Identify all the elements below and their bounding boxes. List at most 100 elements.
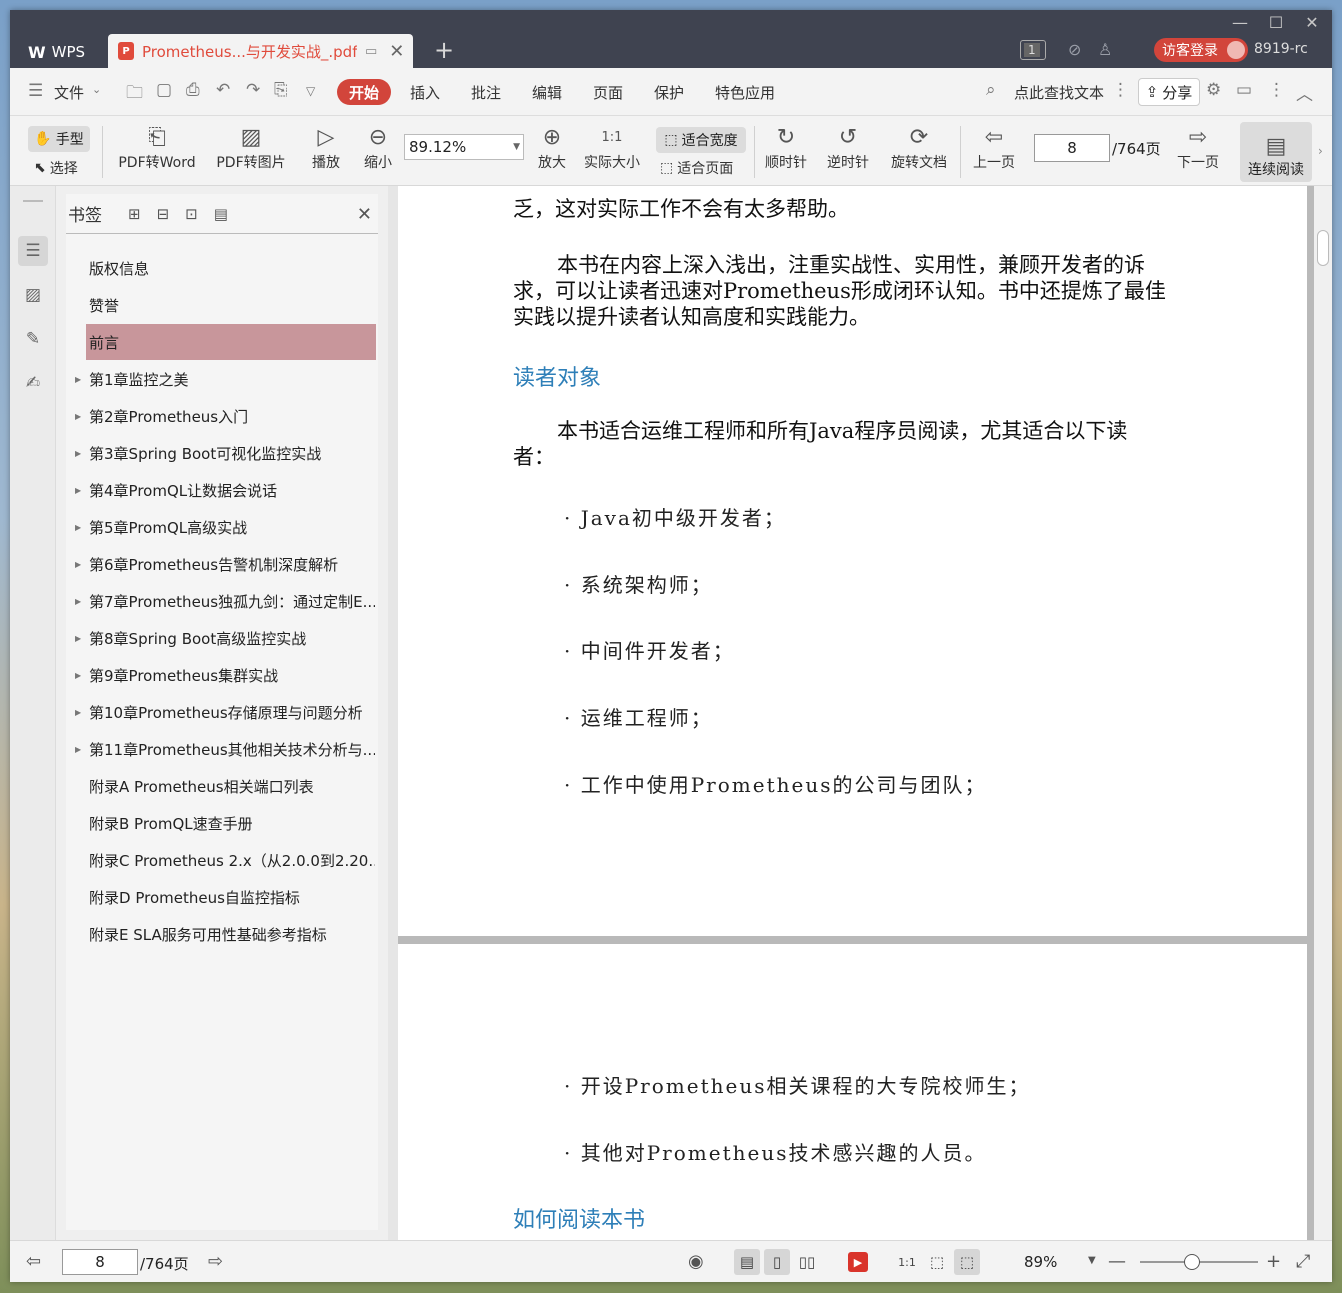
fullscreen-icon[interactable]: ⤢ xyxy=(1296,1251,1310,1272)
hamburger-icon[interactable]: ☰ xyxy=(28,81,43,101)
prev-page-button[interactable]: ⇦ 上一页 xyxy=(968,122,1020,172)
zoom-out-icon[interactable]: — xyxy=(1108,1251,1126,1272)
play-button[interactable]: ▷ 播放 xyxy=(306,122,346,172)
document-view[interactable]: 乏，这对实际工作不会有太多帮助。 本书在内容上深入浅出，注重实战性、实用性，兼顾… xyxy=(398,186,1332,1240)
zoom-select[interactable]: 89.12% ▼ xyxy=(404,134,524,160)
rotate-document-button[interactable]: ⟳ 旋转文档 xyxy=(886,122,952,172)
annotation-icon[interactable]: ✎ xyxy=(18,324,48,354)
bookmark-item[interactable]: 附录D Prometheus自监控指标 xyxy=(86,879,376,915)
tab-edit[interactable]: 编辑 xyxy=(532,82,562,103)
guest-login-button[interactable]: 访客登录 xyxy=(1154,38,1248,62)
select-tool-button[interactable]: ⬉ 选择 xyxy=(34,158,78,178)
search-icon[interactable]: ⌕ xyxy=(986,80,996,100)
bookmark-item[interactable]: 前言 xyxy=(86,324,376,360)
open-icon[interactable]: 🗀 xyxy=(126,80,143,109)
tab-insert[interactable]: 插入 xyxy=(410,82,440,103)
close-window-icon[interactable]: ✕ xyxy=(1294,10,1330,34)
expand-arrow-icon[interactable]: ▶ xyxy=(75,375,81,384)
play-slideshow-icon[interactable]: ▶ xyxy=(848,1252,868,1272)
actual-size-icon[interactable]: 1:1 xyxy=(894,1249,920,1275)
expand-arrow-icon[interactable]: ▶ xyxy=(75,708,81,717)
save-icon[interactable]: ▢ xyxy=(156,80,172,100)
collapse-ribbon-icon[interactable]: ︿ xyxy=(1296,80,1313,105)
bookmark-item[interactable]: ▶ 第11章Prometheus其他相关技术分析与... xyxy=(75,731,376,767)
tab-start[interactable]: 开始 xyxy=(337,79,391,105)
zoom-out-button[interactable]: ⊖ 缩小 xyxy=(358,122,398,172)
expand-arrow-icon[interactable]: ▶ xyxy=(75,634,81,643)
expand-arrow-icon[interactable]: ▶ xyxy=(75,597,81,606)
page-number-input[interactable]: 8 xyxy=(1034,134,1110,162)
close-panel-icon[interactable]: ✕ xyxy=(357,204,372,225)
maximize-icon[interactable]: ☐ xyxy=(1258,10,1294,34)
zoom-slider-knob[interactable] xyxy=(1184,1254,1200,1270)
bookmark-item[interactable]: ▶ 第5章PromQL高级实战 xyxy=(75,509,376,545)
bookmark-item[interactable]: 附录C Prometheus 2.x（从2.0.0到2.20.... xyxy=(86,842,376,878)
gear-icon[interactable]: ⚙ xyxy=(1206,80,1221,100)
arrow-left-icon[interactable]: ⇦ xyxy=(26,1251,41,1272)
add-child-bookmark-icon[interactable]: ⊟ xyxy=(157,205,170,223)
expand-arrow-icon[interactable]: ▶ xyxy=(75,671,81,680)
more-vertical-icon[interactable]: ⋮ xyxy=(1112,80,1129,100)
share-button[interactable]: ⇪ 分享 xyxy=(1138,78,1200,106)
two-page-icon[interactable]: ▯▯ xyxy=(794,1249,820,1275)
expand-arrow-icon[interactable]: ▶ xyxy=(75,523,81,532)
bookmark-item[interactable]: 附录A Prometheus相关端口列表 xyxy=(86,768,376,804)
bookmark-list-icon[interactable]: ☰ xyxy=(18,236,48,266)
screen-icon[interactable]: ▭ xyxy=(365,44,377,59)
vertical-scrollbar[interactable] xyxy=(1314,186,1332,1240)
expand-arrow-icon[interactable]: ▶ xyxy=(75,412,81,421)
fit-page-button[interactable]: ⬚ 适合页面 xyxy=(660,158,733,178)
more-options-icon[interactable]: ⋮ xyxy=(1268,80,1285,100)
rotate-clockwise-button[interactable]: ↻ 顺时针 xyxy=(760,122,812,172)
bookmark-item[interactable]: ▶ 第8章Spring Boot高级监控实战 xyxy=(75,620,376,656)
bookmark-item[interactable]: ▶ 第3章Spring Boot可视化监控实战 xyxy=(75,435,376,471)
more-dropdown-icon[interactable]: ▽ xyxy=(306,84,315,98)
continuous-view-icon[interactable]: ▤ xyxy=(734,1249,760,1275)
bookmark-item[interactable]: ▶ 第10章Prometheus存储原理与问题分析 xyxy=(75,694,376,730)
zoom-in-button[interactable]: ⊕ 放大 xyxy=(532,122,572,172)
pdf-to-image-button[interactable]: ▨ PDF转图片 xyxy=(214,122,288,172)
expand-arrow-icon[interactable]: ▶ xyxy=(75,486,81,495)
single-page-icon[interactable]: ▯ xyxy=(764,1249,790,1275)
panel-splitter[interactable] xyxy=(388,186,398,1240)
expand-arrow-icon[interactable]: ▶ xyxy=(75,560,81,569)
bookmark-options-icon[interactable]: ▤ xyxy=(214,205,228,223)
zoom-slider[interactable] xyxy=(1140,1254,1258,1270)
scrollbar-thumb[interactable] xyxy=(1317,230,1329,266)
eye-protection-icon[interactable]: ◉ xyxy=(688,1251,704,1272)
redo-icon[interactable]: ↷ xyxy=(246,80,260,100)
minimize-icon[interactable]: — xyxy=(1222,10,1258,34)
expand-arrow-icon[interactable]: ▶ xyxy=(75,745,81,754)
sync-icon[interactable]: ⊘ xyxy=(1068,40,1081,59)
comment-icon[interactable]: ▭ xyxy=(1236,80,1252,100)
bookmark-item[interactable]: ▶ 第6章Prometheus告警机制深度解析 xyxy=(75,546,376,582)
tab-protect[interactable]: 保护 xyxy=(654,82,684,103)
bookmark-item[interactable]: 赞誉 xyxy=(86,287,376,323)
tab-page[interactable]: 页面 xyxy=(593,82,623,103)
signature-icon[interactable]: ✍ xyxy=(18,368,48,398)
status-page-input[interactable]: 8 xyxy=(62,1249,138,1275)
bookmark-item[interactable]: 版权信息 xyxy=(86,250,376,286)
wps-home-tab[interactable]: W WPS xyxy=(16,36,108,68)
bookmark-item[interactable]: ▶ 第4章PromQL让数据会说话 xyxy=(75,472,376,508)
fit-width-button[interactable]: ⬚ 适合宽度 xyxy=(656,127,746,153)
undo-icon[interactable]: ↶ xyxy=(216,80,230,100)
zoom-dropdown-icon[interactable]: ▼ xyxy=(1088,1255,1096,1266)
bookmark-item[interactable]: 附录E SLA服务可用性基础参考指标 xyxy=(86,916,376,952)
chevron-down-icon[interactable]: ⌄ xyxy=(92,83,101,96)
bookmark-item[interactable]: ▶ 第9章Prometheus集群实战 xyxy=(75,657,376,693)
pdf-to-word-button[interactable]: ⎗ PDF转Word xyxy=(114,122,200,172)
document-tab[interactable]: P Prometheus...与开发实战_.pdf ▭ ✕ xyxy=(108,34,413,68)
rotate-counterclockwise-button[interactable]: ↺ 逆时针 xyxy=(822,122,874,172)
expand-arrow-icon[interactable]: ▶ xyxy=(75,449,81,458)
fit-width-icon[interactable]: ⬚ xyxy=(954,1249,980,1275)
actual-size-button[interactable]: 1:1 实际大小 xyxy=(580,122,644,172)
tab-annotate[interactable]: 批注 xyxy=(471,82,501,103)
arrow-right-icon[interactable]: ⇨ xyxy=(208,1251,223,1272)
file-menu[interactable]: 文件 xyxy=(54,82,84,103)
window-count-badge[interactable]: 1 xyxy=(1020,40,1046,60)
next-page-button[interactable]: ⇨ 下一页 xyxy=(1172,122,1224,172)
add-bookmark-icon[interactable]: ⊞ xyxy=(128,205,141,223)
bookmark-item[interactable]: ▶ 第7章Prometheus独孤九剑：通过定制E... xyxy=(75,583,376,619)
bookmark-item[interactable]: 附录B PromQL速查手册 xyxy=(86,805,376,841)
